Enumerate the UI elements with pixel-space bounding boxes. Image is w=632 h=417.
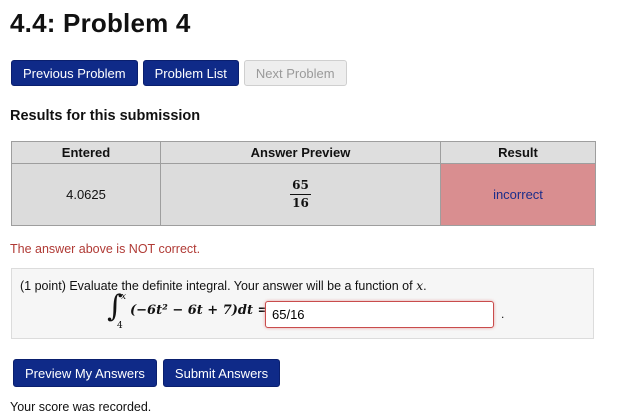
preview-denominator: 16: [292, 196, 309, 210]
integral-lower-limit: 4: [117, 321, 123, 331]
page-title: 4.4: Problem 4: [10, 8, 191, 38]
submit-answers-button[interactable]: Submit Answers: [162, 359, 281, 387]
previous-problem-button[interactable]: Previous Problem: [11, 60, 138, 86]
next-problem-button: Next Problem: [243, 60, 347, 86]
results-heading: Results for this submission: [10, 108, 201, 124]
problem-statement: (1 point) Evaluate the definite integral…: [20, 278, 427, 293]
results-table: Entered Answer Preview Result 4.0625 65 …: [11, 141, 596, 226]
problem-text: (1 point) Evaluate the definite integral…: [20, 279, 413, 293]
score-status: Your score was recorded.: [10, 400, 152, 414]
after-input-period: .: [501, 307, 505, 321]
result-column-header: Result: [440, 141, 596, 164]
answer-preview-cell: 65 16: [160, 163, 441, 226]
answer-input[interactable]: [265, 301, 494, 328]
results-header-row: Entered Answer Preview Result: [11, 141, 596, 164]
answer-preview-column-header: Answer Preview: [160, 141, 441, 164]
problem-nav: Previous Problem Problem List Next Probl…: [11, 60, 347, 86]
result-cell: incorrect: [440, 163, 596, 226]
entered-cell: 4.0625: [11, 163, 161, 226]
integrand: (−6t² − 6t + 7)dt =: [130, 303, 269, 318]
preview-fraction: 65 16: [290, 177, 311, 212]
table-row: 4.0625 65 16 incorrect: [11, 163, 596, 226]
integral-upper-limit: x: [121, 292, 127, 302]
entered-column-header: Entered: [11, 141, 161, 164]
problem-list-button[interactable]: Problem List: [142, 60, 239, 86]
problem-box: (1 point) Evaluate the definite integral…: [11, 268, 594, 339]
submit-actions: Preview My Answers Submit Answers: [13, 359, 281, 387]
preview-answers-button[interactable]: Preview My Answers: [13, 359, 157, 387]
problem-text-end: .: [423, 279, 427, 293]
preview-numerator: 65: [290, 177, 311, 195]
feedback-message: The answer above is NOT correct.: [10, 242, 201, 256]
